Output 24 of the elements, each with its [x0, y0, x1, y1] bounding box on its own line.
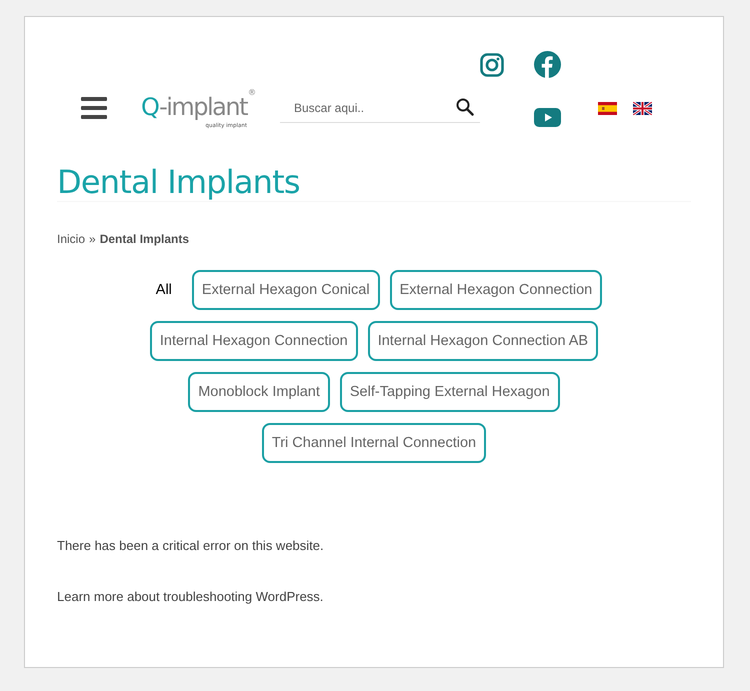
filter-button[interactable]: All [146, 270, 182, 310]
registered-mark: ® [248, 86, 256, 98]
breadcrumb-link[interactable]: Inicio [57, 232, 86, 246]
menu-icon[interactable] [81, 97, 107, 119]
logo-wordmark[interactable]: Q-implant [141, 94, 247, 118]
flag-icon[interactable] [633, 102, 652, 114]
instagram-icon[interactable] [480, 53, 504, 77]
flag-icon[interactable] [598, 102, 617, 114]
facebook-icon[interactable] [534, 51, 561, 78]
youtube-icon[interactable] [534, 108, 561, 127]
error-message: Learn more about troubleshooting WordPress. [57, 588, 324, 606]
filter-button[interactable]: Tri Channel Internal Connection [262, 423, 486, 464]
error-message: There has been a critical error on this website. [57, 537, 325, 556]
breadcrumb-current: Dental Implants [100, 232, 190, 246]
filter-button[interactable]: External Hexagon Conical [192, 270, 380, 310]
filter-button[interactable]: Monoblock Implant [188, 372, 330, 412]
filter-button[interactable]: Self-Tapping External Hexagon [340, 372, 560, 412]
search-field[interactable]: Buscar aqui.. [280, 93, 480, 123]
filter-button[interactable]: External Hexagon Connection [390, 270, 602, 310]
filter-button[interactable]: Internal Hexagon Connection AB [368, 321, 598, 362]
search-icon[interactable] [456, 98, 474, 116]
filter-button[interactable]: Internal Hexagon Connection [150, 321, 358, 362]
page-title: Dental Implants [57, 163, 301, 202]
breadcrumb-separator: » [89, 232, 96, 246]
